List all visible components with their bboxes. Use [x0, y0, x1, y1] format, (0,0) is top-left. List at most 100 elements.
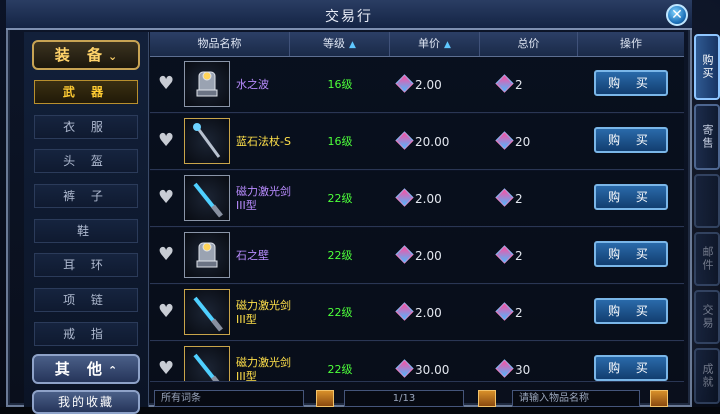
category-ring[interactable]: 戒 指 [34, 322, 138, 346]
side-tab[interactable] [694, 174, 720, 228]
gem-currency-icon [495, 188, 514, 207]
total-price: 2 [495, 285, 578, 341]
filter-dropdown[interactable]: 所有词条 [154, 390, 304, 407]
category-group-label: 其 他 [54, 360, 108, 378]
gem-currency-icon [495, 359, 514, 378]
item-level: 22级 [327, 249, 353, 262]
item-table: 物品名称 等级 ▲ 单价 ▲ 总价 操作 ♥ 水之波 16级 2.00 2 购 买 … [150, 32, 684, 382]
item-name: 磁力激光剑III型 [236, 185, 291, 212]
total-price: 2 [495, 171, 578, 227]
buy-button[interactable]: 购 买 [594, 184, 668, 210]
unit-price: 2.00 [395, 171, 478, 227]
header-unit-price-label: 单价 [418, 37, 441, 50]
buy-button[interactable]: 购 买 [594, 298, 668, 324]
unit-price: 2.00 [395, 285, 478, 341]
buy-button[interactable]: 购 买 [594, 127, 668, 153]
category-group-other[interactable]: 其 他⌃ [32, 354, 140, 384]
gem-currency-icon [395, 302, 414, 321]
total-price-value: 2 [515, 78, 523, 92]
gem-currency-icon [395, 74, 414, 93]
header-action: 操作 [620, 37, 642, 50]
total-price: 2 [495, 57, 578, 113]
favorite-heart-icon[interactable]: ♥ [158, 132, 178, 150]
favorite-heart-icon[interactable]: ♥ [158, 360, 178, 378]
table-row: ♥ 蓝石法杖-S 16级 20.00 20 购 买 [150, 114, 684, 170]
category-shoes[interactable]: 鞋 [34, 219, 138, 243]
category-group-equipment[interactable]: 装 备⌄ [32, 40, 140, 70]
unit-price: 30.00 [395, 342, 478, 381]
header-level[interactable]: 等级 ▲ [290, 32, 390, 56]
total-price-value: 20 [515, 135, 531, 149]
total-price-value: 2 [515, 306, 523, 320]
category-necklace[interactable]: 项 链 [34, 288, 138, 312]
total-price-value: 2 [515, 192, 523, 206]
item-name: 磁力激光剑III型 [236, 299, 291, 326]
header-total-price: 总价 [480, 32, 578, 56]
item-level: 22级 [327, 192, 353, 205]
search-input[interactable]: 请输入物品名称 [512, 390, 640, 407]
table-row: ♥ 石之壁 22级 2.00 2 购 买 [150, 228, 684, 284]
table-header: 物品名称 等级 ▲ 单价 ▲ 总价 操作 [150, 32, 684, 57]
item-name: 蓝石法杖-S [236, 135, 291, 148]
header-unit-price[interactable]: 单价 ▲ [390, 32, 480, 56]
category-pants[interactable]: 裤 子 [34, 184, 138, 208]
total-price-value: 2 [515, 249, 523, 263]
favorites-button[interactable]: 我的收藏 [32, 390, 140, 414]
category-helmet[interactable]: 头 盔 [34, 149, 138, 173]
item-level: 16级 [327, 78, 353, 91]
tab-buy[interactable]: 购买 [694, 34, 720, 100]
item-name: 磁力激光剑III型 [236, 356, 291, 382]
unit-price-value: 30.00 [415, 363, 450, 377]
tab-achievement[interactable]: 成就 [694, 348, 720, 404]
buy-button[interactable]: 购 买 [594, 241, 668, 267]
gauntlet-icon [184, 61, 230, 107]
gem-currency-icon [395, 131, 414, 150]
title-bar: 交易行 [6, 0, 692, 30]
unit-price-value: 2.00 [415, 306, 442, 320]
category-sidebar: 装 备⌄ 武 器 衣 服 头 盔 裤 子 鞋 耳 环 项 链 戒 指 其 他⌃ … [24, 32, 149, 414]
gem-currency-icon [495, 245, 514, 264]
item-name: 石之壁 [236, 249, 269, 262]
laser-sword-icon [184, 289, 230, 335]
prev-page-button[interactable] [316, 390, 334, 407]
sort-asc-icon: ▲ [349, 40, 356, 50]
laser-sword-icon [184, 175, 230, 221]
buy-button[interactable]: 购 买 [594, 70, 668, 96]
close-icon[interactable]: ✕ [666, 4, 688, 26]
chevron-down-icon: ⌄ [108, 50, 118, 63]
category-clothes[interactable]: 衣 服 [34, 115, 138, 139]
gem-currency-icon [395, 359, 414, 378]
total-price-value: 30 [515, 363, 531, 377]
table-row: ♥ 磁力激光剑III型 22级 2.00 2 购 买 [150, 171, 684, 227]
favorite-heart-icon[interactable]: ♥ [158, 75, 178, 93]
laser-sword-icon [184, 346, 230, 381]
unit-price: 2.00 [395, 228, 478, 284]
table-row: ♥ 磁力激光剑III型 22级 2.00 2 购 买 [150, 285, 684, 341]
staff-icon [184, 118, 230, 164]
unit-price-value: 2.00 [415, 78, 442, 92]
unit-price-value: 2.00 [415, 249, 442, 263]
unit-price-value: 20.00 [415, 135, 450, 149]
bottom-bar: 所有词条 1/13 请输入物品名称 [150, 388, 684, 407]
unit-price: 2.00 [395, 57, 478, 113]
page-indicator: 1/13 [344, 390, 464, 407]
search-icon[interactable] [650, 390, 668, 407]
unit-price: 20.00 [395, 114, 478, 170]
item-level: 22级 [327, 363, 353, 376]
next-page-button[interactable] [478, 390, 496, 407]
tab-trade[interactable]: 交易 [694, 290, 720, 344]
gem-currency-icon [495, 302, 514, 321]
favorite-heart-icon[interactable]: ♥ [158, 303, 178, 321]
tab-consign[interactable]: 寄售 [694, 104, 720, 170]
buy-button[interactable]: 购 买 [594, 355, 668, 381]
gem-currency-icon [395, 245, 414, 264]
favorite-heart-icon[interactable]: ♥ [158, 189, 178, 207]
category-earrings[interactable]: 耳 环 [34, 253, 138, 277]
unit-price-value: 2.00 [415, 192, 442, 206]
item-level: 16级 [327, 135, 353, 148]
tab-mail[interactable]: 邮件 [694, 232, 720, 286]
sort-asc-icon: ▲ [444, 40, 451, 50]
favorite-heart-icon[interactable]: ♥ [158, 246, 178, 264]
category-weapon[interactable]: 武 器 [34, 80, 138, 104]
gem-currency-icon [495, 74, 514, 93]
